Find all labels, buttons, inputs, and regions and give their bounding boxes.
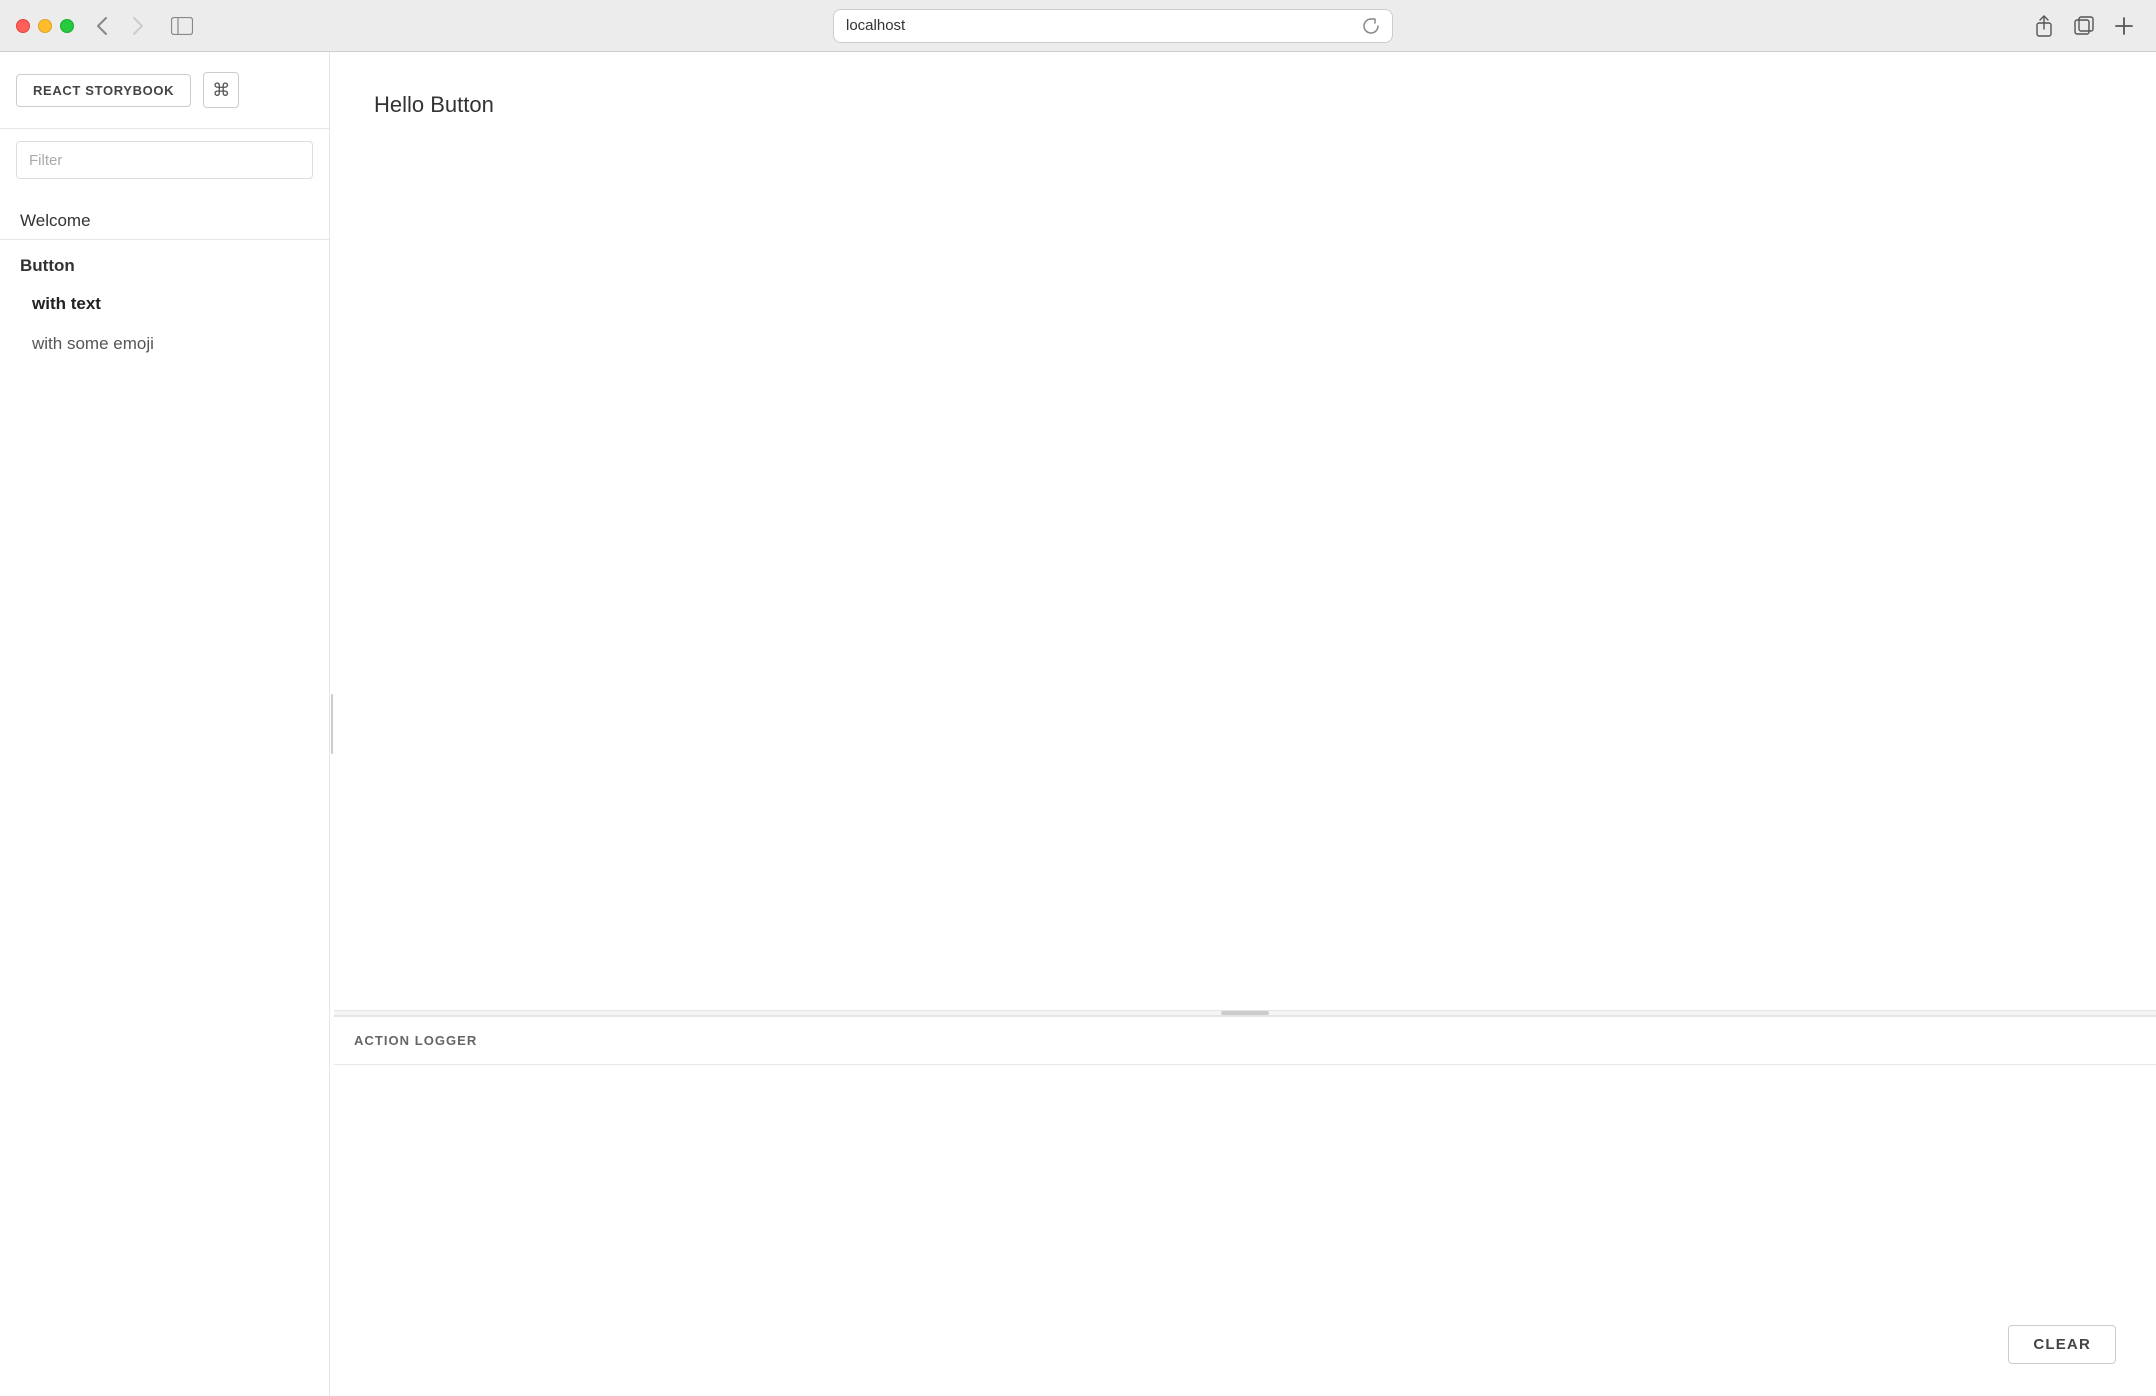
browser-window: localhost bbox=[0, 0, 2156, 1396]
sidebar-item-with-text[interactable]: with text bbox=[0, 284, 329, 324]
sidebar-item-button[interactable]: Button bbox=[0, 239, 329, 284]
close-button[interactable] bbox=[16, 19, 30, 33]
traffic-lights bbox=[16, 19, 74, 33]
sidebar-item-welcome[interactable]: Welcome bbox=[0, 199, 329, 239]
new-tab-button[interactable] bbox=[2108, 10, 2140, 42]
preview-area: Hello Button bbox=[334, 52, 2156, 1010]
action-logger-title: ACTION LOGGER bbox=[354, 1033, 477, 1048]
preview-title: Hello Button bbox=[374, 92, 494, 117]
sidebar-nav: Welcome Button with text with some emoji bbox=[0, 191, 329, 1396]
sidebar-toggle-button[interactable] bbox=[166, 10, 198, 42]
forward-button[interactable] bbox=[122, 10, 154, 42]
storybook-button[interactable]: REACT STORYBOOK bbox=[16, 74, 191, 107]
back-button[interactable] bbox=[86, 10, 118, 42]
browser-toolbar-right bbox=[2028, 10, 2140, 42]
clear-button[interactable]: CLEAR bbox=[2008, 1325, 2116, 1364]
filter-input[interactable] bbox=[16, 141, 313, 179]
action-logger-header: ACTION LOGGER bbox=[334, 1017, 2156, 1065]
address-bar-container: localhost bbox=[210, 9, 2016, 43]
browser-titlebar: localhost bbox=[0, 0, 2156, 52]
action-logger-body bbox=[334, 1065, 2156, 1396]
action-logger: ACTION LOGGER bbox=[334, 1016, 2156, 1396]
sidebar: REACT STORYBOOK ⌘ Welcome Button with te… bbox=[0, 52, 330, 1396]
tabs-button[interactable] bbox=[2068, 10, 2100, 42]
divider-handle bbox=[1221, 1011, 1269, 1015]
minimize-button[interactable] bbox=[38, 19, 52, 33]
url-text: localhost bbox=[846, 17, 905, 34]
sidebar-header: REACT STORYBOOK ⌘ bbox=[0, 52, 329, 129]
address-bar[interactable]: localhost bbox=[833, 9, 1393, 43]
sidebar-item-with-some-emoji[interactable]: with some emoji bbox=[0, 324, 329, 364]
maximize-button[interactable] bbox=[60, 19, 74, 33]
share-button[interactable] bbox=[2028, 10, 2060, 42]
main-content: Hello Button ACTION LOGGER CLEAR bbox=[334, 52, 2156, 1396]
reload-button[interactable] bbox=[1362, 17, 1380, 35]
nav-buttons bbox=[86, 10, 154, 42]
app-content: REACT STORYBOOK ⌘ Welcome Button with te… bbox=[0, 52, 2156, 1396]
keyboard-shortcut: ⌘ bbox=[203, 72, 239, 108]
